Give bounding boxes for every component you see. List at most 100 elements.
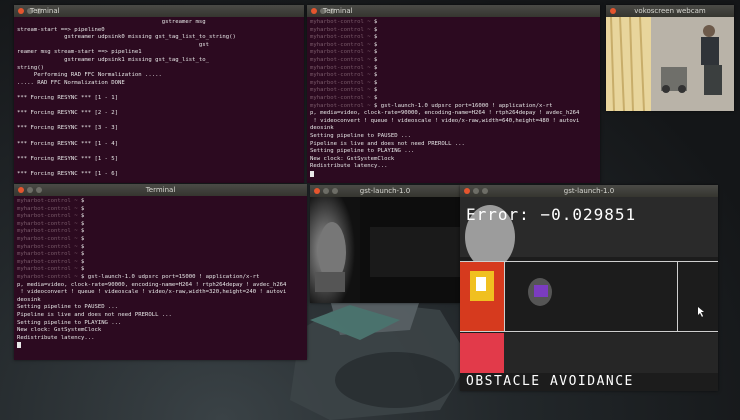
webcam-window[interactable]: vokoscreen webcam bbox=[606, 5, 734, 111]
terminal-line: Setting pipeline to PAUSED ... bbox=[17, 304, 304, 312]
prompt-user: myharbot-control ~ bbox=[310, 102, 374, 109]
prompt-line: myharbot-control ~ $ bbox=[17, 213, 304, 221]
prompt-symbol: $ bbox=[77, 228, 85, 235]
terminal-text: New clock: GstSystemClock bbox=[17, 327, 102, 334]
terminal-text: p, media=video, clock-rate=90000, encodi… bbox=[310, 110, 580, 117]
terminal-text: $ gst-launch-1.0 udpsrc port=15000 ! app… bbox=[81, 273, 260, 280]
terminal-line: myharbot-control ~ $ gst-launch-1.0 udps… bbox=[310, 103, 597, 111]
terminal-2-output[interactable]: myharbot-control ~ $ myharbot-control ~ $… bbox=[307, 17, 600, 183]
prompt-symbol: $ bbox=[77, 220, 85, 227]
gst-video-window-large[interactable]: gst-launch-1.0 Error: −0.029851 OBSTACLE… bbox=[460, 185, 718, 391]
gst-small-titlebar[interactable]: gst-launch-1.0 bbox=[310, 185, 460, 197]
prompt-line: myharbot-control ~ $ bbox=[17, 236, 304, 244]
prompt-symbol: $ bbox=[370, 79, 378, 86]
prompt-user: myharbot-control ~ bbox=[17, 213, 78, 220]
close-icon[interactable] bbox=[18, 8, 24, 14]
prompt-line: myharbot-control ~ $ bbox=[310, 19, 597, 27]
terminal-text: New clock: GstSystemClock bbox=[310, 155, 395, 162]
terminal-line: ! videoconvert ! queue ! videoscale ! vi… bbox=[310, 118, 597, 126]
terminal-line: ! videoconvert ! queue ! videoscale ! vi… bbox=[17, 289, 304, 297]
window-title: vokoscreen webcam bbox=[634, 7, 706, 15]
webcam-scene bbox=[606, 17, 734, 111]
terminal-line: gstreamer udpsink1 missing gst_tag_list_… bbox=[17, 56, 209, 63]
prompt-user: myharbot-control ~ bbox=[17, 258, 78, 265]
prompt-user: myharbot-control ~ bbox=[17, 273, 81, 280]
thermal-scene-large bbox=[460, 197, 718, 391]
window-title: gst-launch-1.0 bbox=[359, 187, 411, 195]
terminal-3-titlebar[interactable]: Terminal bbox=[14, 184, 307, 196]
prompt-user: myharbot-control ~ bbox=[310, 34, 371, 41]
terminal-1-titlebar[interactable]: Terminal bbox=[14, 5, 304, 17]
prompt-symbol: $ bbox=[370, 26, 378, 33]
terminal-window-3[interactable]: Terminal myharbot-control ~ $ myharbot-co… bbox=[14, 184, 307, 360]
terminal-line: *** Forcing RESYNC *** [1 - 6] bbox=[17, 170, 119, 177]
prompt-user: myharbot-control ~ bbox=[17, 266, 78, 273]
prompt-symbol: $ bbox=[77, 266, 85, 273]
gst-large-titlebar[interactable]: gst-launch-1.0 bbox=[460, 185, 718, 197]
prompt-user: myharbot-control ~ bbox=[310, 19, 371, 25]
thermal-feed-small bbox=[310, 197, 460, 303]
prompt-symbol: $ bbox=[77, 251, 85, 258]
prompt-line: myharbot-control ~ $ bbox=[17, 228, 304, 236]
terminal-text: ! videoconvert ! queue ! videoscale ! vi… bbox=[17, 289, 287, 296]
prompt-line: myharbot-control ~ $ bbox=[310, 87, 597, 95]
prompt-user: myharbot-control ~ bbox=[17, 251, 78, 258]
terminal-line: gstreamer msg bbox=[17, 19, 206, 25]
prompt-symbol: $ bbox=[77, 213, 85, 220]
terminal-window-2[interactable]: Terminal myharbot-control ~ $ myharbot-co… bbox=[307, 5, 600, 183]
prompt-symbol: $ bbox=[370, 56, 378, 63]
terminal-line: reamer msg stream-start ==> pipeline1 bbox=[17, 49, 142, 56]
prompt-line: myharbot-control ~ $ bbox=[310, 42, 597, 50]
terminal-line: ..... RAD FFC Normalization DONE bbox=[17, 79, 125, 86]
prompt-symbol: $ bbox=[370, 19, 378, 25]
terminal-cursor bbox=[310, 170, 314, 177]
prompt-line: myharbot-control ~ $ bbox=[17, 221, 304, 229]
prompt-symbol: $ bbox=[77, 243, 85, 250]
prompt-user: myharbot-control ~ bbox=[310, 64, 371, 71]
terminal-3-output[interactable]: myharbot-control ~ $ myharbot-control ~ $… bbox=[14, 196, 307, 360]
prompt-symbol: $ bbox=[370, 41, 378, 48]
terminal-line: *** Forcing RESYNC *** [1 - 1] bbox=[17, 94, 119, 101]
prompt-line: myharbot-control ~ $ bbox=[310, 95, 597, 103]
prompt-symbol: $ bbox=[77, 258, 85, 265]
terminal-text: Redistribute latency... bbox=[17, 334, 95, 341]
terminal-line: Redistribute latency... bbox=[310, 163, 597, 171]
window-title: Terminal bbox=[323, 7, 353, 15]
prompt-line: myharbot-control ~ $ bbox=[17, 259, 304, 267]
prompt-symbol: $ bbox=[77, 205, 85, 212]
prompt-line: myharbot-control ~ $ bbox=[310, 49, 597, 57]
prompt-user: myharbot-control ~ bbox=[17, 228, 78, 235]
terminal-text: ! videoconvert ! queue ! videoscale ! vi… bbox=[310, 117, 580, 124]
terminal-window-1[interactable]: Terminal gstreamer msg stream-start ==> p… bbox=[14, 5, 304, 183]
terminal-text: Setting pipeline to PLAYING ... bbox=[310, 148, 415, 155]
prompt-user: myharbot-control ~ bbox=[310, 26, 371, 33]
terminal-1-output[interactable]: gstreamer msg stream-start ==> pipeline0 … bbox=[14, 17, 304, 183]
terminal-text: Pipeline is live and does not need PRERO… bbox=[17, 311, 172, 318]
prompt-symbol: $ bbox=[77, 235, 85, 242]
prompt-user: myharbot-control ~ bbox=[17, 243, 78, 250]
prompt-user: myharbot-control ~ bbox=[310, 49, 371, 56]
thermal-feed-large: Error: −0.029851 OBSTACLE AVOIDANCE bbox=[460, 197, 718, 391]
prompt-user: myharbot-control ~ bbox=[310, 72, 371, 79]
terminal-line: p, media=video, clock-rate=90000, encodi… bbox=[310, 110, 597, 118]
prompt-symbol: $ bbox=[370, 64, 378, 71]
prompt-symbol: $ bbox=[370, 87, 378, 94]
terminal-line: Pipeline is live and does not need PRERO… bbox=[310, 141, 597, 149]
terminal-2-titlebar[interactable]: Terminal bbox=[307, 5, 600, 17]
terminal-line: New clock: GstSystemClock bbox=[17, 327, 304, 335]
prompt-line: myharbot-control ~ $ bbox=[310, 57, 597, 65]
terminal-line: Setting pipeline to PLAYING ... bbox=[310, 148, 597, 156]
close-icon[interactable] bbox=[311, 8, 317, 14]
terminal-line: Pipeline is live and does not need PRERO… bbox=[17, 312, 304, 320]
webcam-titlebar[interactable]: vokoscreen webcam bbox=[606, 5, 734, 17]
terminal-line: New clock: GstSystemClock bbox=[310, 156, 597, 164]
terminal-line: *** Forcing RESYNC *** [2 - 2] bbox=[17, 110, 119, 117]
gst-video-window-small[interactable]: gst-launch-1.0 bbox=[310, 185, 460, 303]
prompt-line: myharbot-control ~ $ bbox=[17, 251, 304, 259]
prompt-line: myharbot-control ~ $ bbox=[310, 34, 597, 42]
terminal-line: myharbot-control ~ $ gst-launch-1.0 udps… bbox=[17, 274, 304, 282]
terminal-line: Setting pipeline to PAUSED ... bbox=[310, 133, 597, 141]
